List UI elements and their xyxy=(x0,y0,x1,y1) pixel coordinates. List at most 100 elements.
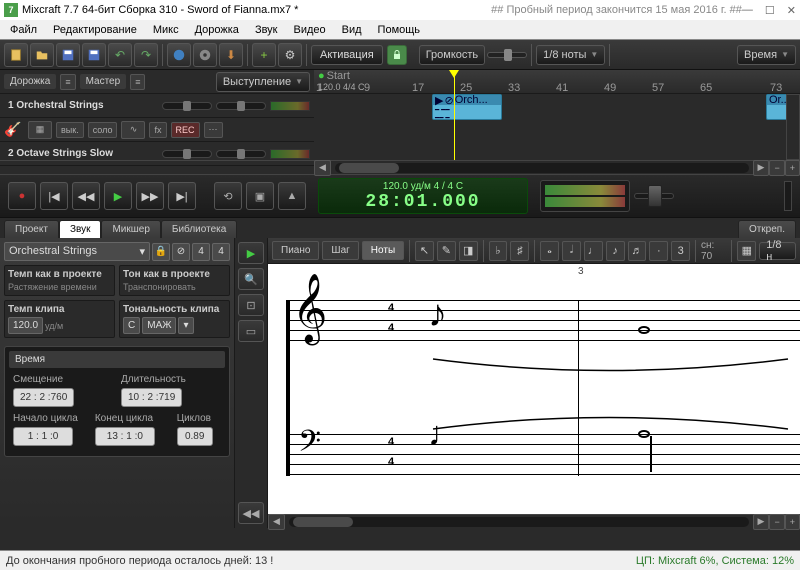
scroll-left-icon[interactable]: ◀ xyxy=(314,160,331,176)
clip-loop-icon[interactable]: ⊘ xyxy=(444,94,453,107)
collapse-icon[interactable]: ◀◀ xyxy=(238,502,264,524)
loop-button[interactable]: ⟲ xyxy=(214,182,242,210)
link-clip-icon[interactable]: ⊘ xyxy=(172,243,190,261)
note-1[interactable]: ♪ xyxy=(428,292,447,336)
lock-icon[interactable] xyxy=(387,45,407,65)
view-piano[interactable]: Пиано xyxy=(272,241,319,260)
bars-box[interactable]: 4 xyxy=(212,243,230,261)
notation-snap-combo[interactable]: 1/8 н xyxy=(759,242,796,260)
close-button[interactable]: ✕ xyxy=(787,4,796,17)
menu-edit[interactable]: Редактирование xyxy=(47,22,143,38)
duration-value[interactable]: 10 : 2 :719 xyxy=(121,388,182,407)
track1-volume[interactable] xyxy=(162,102,212,110)
menu-video[interactable]: Видео xyxy=(288,22,332,38)
snap-combo[interactable]: 1/8 ноты▼ xyxy=(536,45,605,65)
clip-key-value[interactable]: C xyxy=(123,317,140,334)
track1-rec[interactable]: REC xyxy=(171,122,200,138)
minimize-button[interactable]: — xyxy=(742,4,753,17)
clip-key-mode[interactable]: МАЖ xyxy=(142,317,176,334)
key-mode-value[interactable]: Транспонировать xyxy=(123,282,226,292)
master-label[interactable]: Мастер xyxy=(80,74,127,89)
tool-zoom-icon[interactable]: 🔍 xyxy=(238,268,264,290)
playhead[interactable] xyxy=(454,70,455,160)
forward-end-button[interactable]: ▶| xyxy=(168,182,196,210)
timeline-scrollbar-v[interactable] xyxy=(786,94,800,160)
tool-eraser-icon[interactable]: ◨ xyxy=(459,241,478,261)
undo-button[interactable]: ↶ xyxy=(108,43,132,67)
tempo-mode-value[interactable]: Растяжение времени xyxy=(8,282,111,292)
clip-track-combo[interactable]: Orchestral Strings▾ xyxy=(4,242,150,261)
note-sixteenth-icon[interactable]: ♬ xyxy=(628,241,647,261)
track2-volume[interactable] xyxy=(162,150,212,158)
clip-1[interactable]: ▶⊘Orch... ━ ━━━━ ━ xyxy=(432,94,502,120)
snap-toggle-icon[interactable]: ▦ xyxy=(737,241,756,261)
transport-display[interactable]: 120.0 уд/м 4 / 4 C 28:01.000 xyxy=(318,178,528,214)
loop-start-value[interactable]: 1 : 1 :0 xyxy=(13,427,73,446)
track-header-label[interactable]: Дорожка xyxy=(4,74,56,89)
track2-name[interactable]: 2 Octave Strings Slow xyxy=(4,148,158,159)
menu-mix[interactable]: Микс xyxy=(147,22,185,38)
track1-fx[interactable]: fx xyxy=(149,122,166,138)
note-whole-icon[interactable]: 𝅝 xyxy=(540,241,559,261)
zoom-in-icon[interactable]: + xyxy=(785,160,800,176)
metronome-button[interactable]: ▲ xyxy=(278,182,306,210)
tool-pencil-icon[interactable]: ✎ xyxy=(437,241,456,261)
score-zoom-out-icon[interactable]: − xyxy=(769,514,784,530)
score-scroll-left-icon[interactable]: ◀ xyxy=(268,514,285,530)
add-track-button[interactable]: + xyxy=(252,43,276,67)
track1-name[interactable]: 1 Orchestral Strings xyxy=(4,100,158,111)
tool-select-icon[interactable]: ⊡ xyxy=(238,294,264,316)
tool-pointer-icon[interactable]: ↖ xyxy=(415,241,434,261)
menu-help[interactable]: Помощь xyxy=(372,22,427,38)
master-fader[interactable] xyxy=(634,181,684,211)
track2-pan[interactable] xyxy=(216,150,266,158)
publish-button[interactable] xyxy=(167,43,191,67)
export-button[interactable]: ⬇ xyxy=(219,43,243,67)
maximize-button[interactable]: ☐ xyxy=(765,4,775,17)
offset-value[interactable]: 22 : 2 :760 xyxy=(13,388,74,407)
tab-project[interactable]: Проект xyxy=(4,220,59,238)
view-notes[interactable]: Ноты xyxy=(362,241,404,260)
accidental-sharp-icon[interactable]: ♯ xyxy=(510,241,529,261)
menu-view[interactable]: Вид xyxy=(336,22,368,38)
clip-tempo-value[interactable]: 120.0 xyxy=(8,317,43,334)
play-button[interactable]: ▶ xyxy=(104,182,132,210)
tool-draw-icon[interactable]: ▭ xyxy=(238,320,264,342)
tab-undock[interactable]: Откреп. xyxy=(738,220,796,238)
beats-box[interactable]: 4 xyxy=(192,243,210,261)
note-eighth-icon[interactable]: ♪ xyxy=(606,241,625,261)
redo-button[interactable]: ↷ xyxy=(134,43,158,67)
time-mode-combo[interactable]: Время▼ xyxy=(737,45,796,65)
open-button[interactable] xyxy=(30,43,54,67)
performance-combo[interactable]: Выступление▼ xyxy=(216,72,310,92)
track1-pan[interactable] xyxy=(216,102,266,110)
zoom-out-icon[interactable]: − xyxy=(769,160,784,176)
view-step[interactable]: Шаг xyxy=(322,241,358,260)
timeline-ruler[interactable]: ●Start 120.0 4/4 C 1 9 17 25 33 41 49 57… xyxy=(314,70,800,94)
clip-key-dropdown[interactable]: ▾ xyxy=(178,317,193,334)
accidental-flat-icon[interactable]: ♭ xyxy=(489,241,508,261)
marker-button[interactable]: ▣ xyxy=(246,182,274,210)
burn-button[interactable] xyxy=(193,43,217,67)
note-half-icon[interactable]: 𝅗𝅥 xyxy=(562,241,581,261)
preferences-button[interactable]: ⚙ xyxy=(278,43,302,67)
track1-solo[interactable]: соло xyxy=(88,122,118,138)
instrument-icon[interactable] xyxy=(4,121,24,139)
menu-sound[interactable]: Звук xyxy=(249,22,284,38)
master-volume-slider[interactable] xyxy=(487,52,527,58)
menu-track[interactable]: Дорожка xyxy=(189,22,245,38)
clip-play-button[interactable]: ▶ xyxy=(238,242,264,264)
note-quarter-icon[interactable]: ♩ xyxy=(584,241,603,261)
start-marker-icon[interactable]: ● xyxy=(318,70,325,82)
record-button[interactable]: ● xyxy=(8,182,36,210)
forward-button[interactable]: ▶▶ xyxy=(136,182,164,210)
score-scroll-right-icon[interactable]: ▶ xyxy=(753,514,770,530)
clip-play-icon[interactable]: ▶ xyxy=(435,94,443,107)
track-options-icon[interactable]: ≡ xyxy=(60,74,75,90)
lock-clip-icon[interactable]: 🔒 xyxy=(152,243,170,261)
tab-library[interactable]: Библиотека xyxy=(161,220,237,238)
note-dot-icon[interactable]: · xyxy=(649,241,668,261)
track1-expand[interactable]: ⋯ xyxy=(204,122,223,138)
cycles-value[interactable]: 0.89 xyxy=(177,427,213,446)
tab-sound[interactable]: Звук xyxy=(59,220,102,238)
